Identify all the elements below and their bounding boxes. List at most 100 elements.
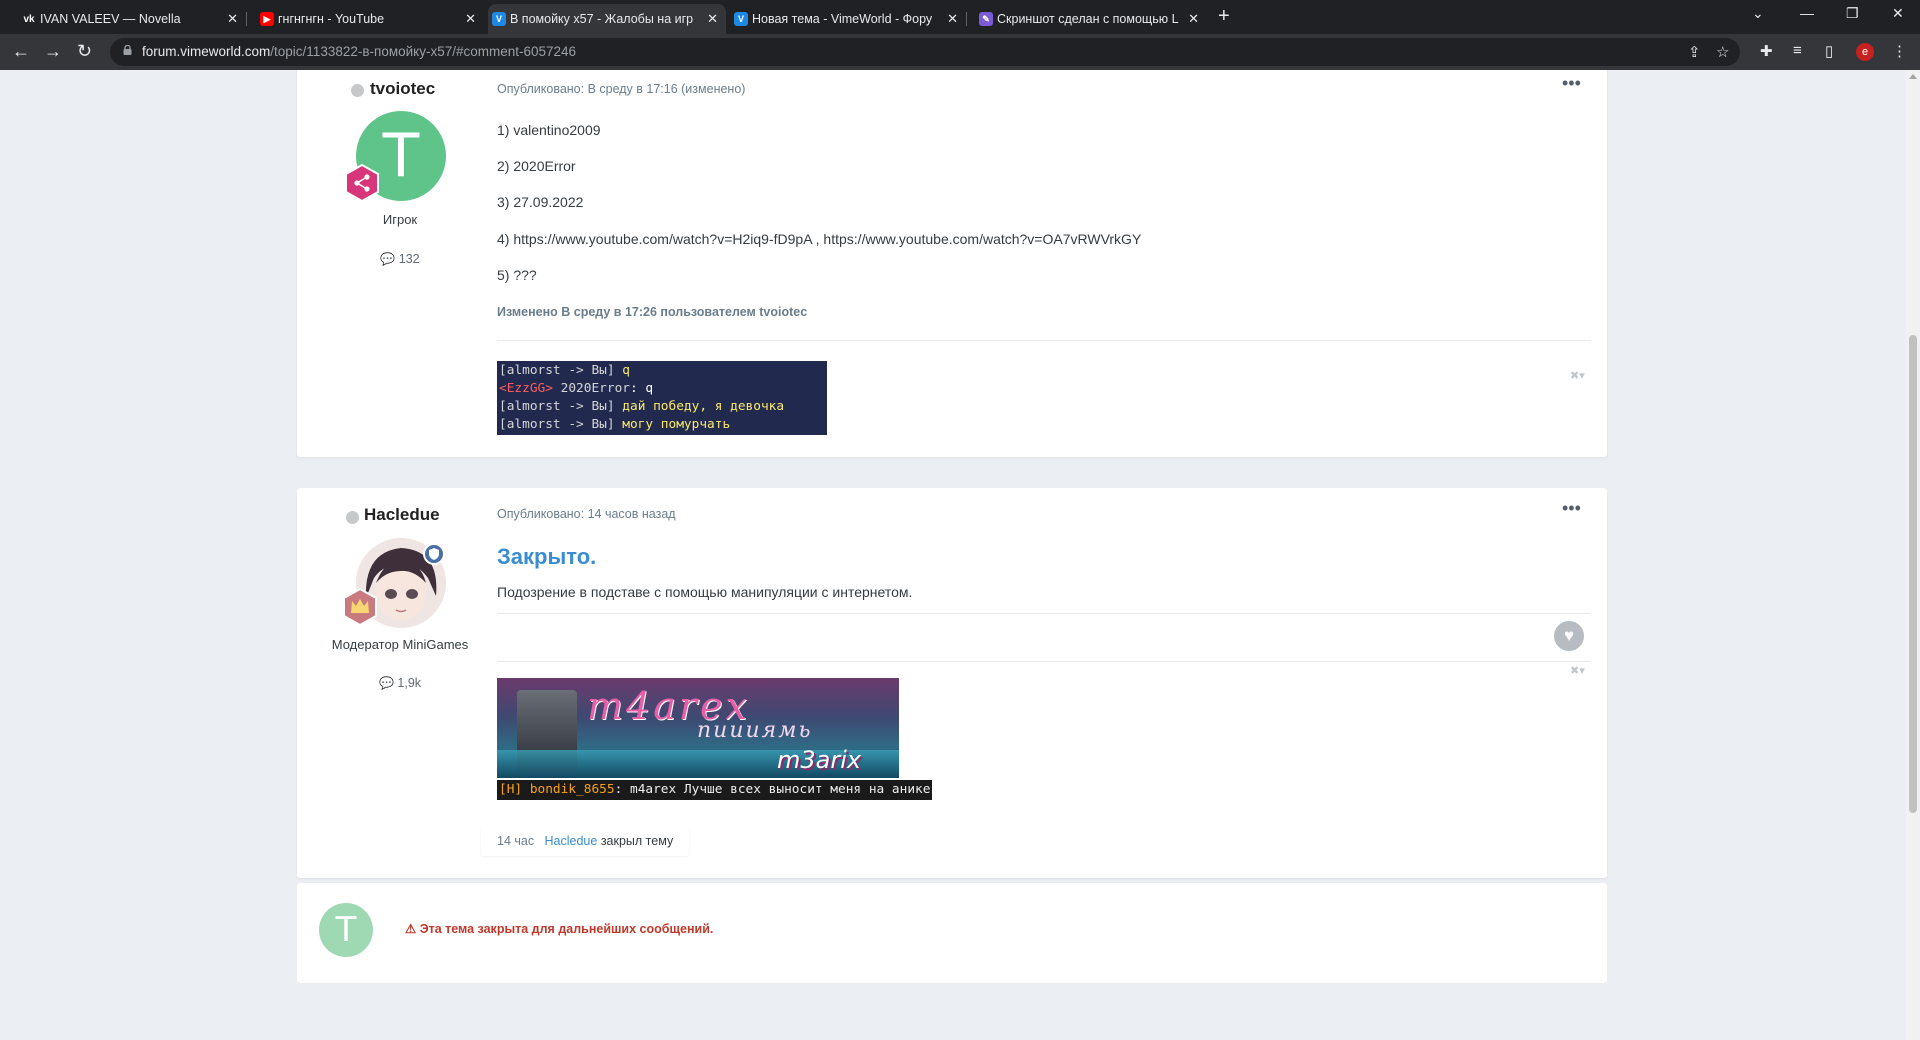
chat-prefix: [almorst -> Вы] [499,399,623,414]
url-path: /topic/1133822-в-помойку-x57/#comment-60… [270,44,577,59]
post-meta[interactable]: Опубликовано: 14 часов назад [497,507,676,521]
offline-indicator [351,84,364,97]
moderator-shield-icon [423,543,445,565]
menu-icon[interactable]: ⋮ [1892,42,1907,60]
scroll-up-icon[interactable] [1909,74,1917,79]
tab-title: Новая тема - VimeWorld - Фору [752,12,933,26]
topic-closed-event: 14 час Hacledue закрыл тему [481,826,690,856]
chat-text: : q [629,381,654,396]
tab-title: гнгнгнгн - YouTube [278,12,385,26]
crown-badge-icon [343,588,377,626]
post-count: 💬 1,9k [297,676,503,690]
close-tab-icon[interactable]: ✕ [465,11,476,27]
post-count: 💬 132 [297,252,503,266]
vimeworld-icon: V [492,12,506,26]
toolbar: ← → ↻ forum.vimeworld.com/topic/1133822-… [0,34,1920,70]
signature-options-icon[interactable]: ✖▾ [1570,369,1585,382]
chat-name: 2020Error [560,381,630,396]
close-tab-icon[interactable]: ✕ [947,11,958,27]
signature-chat-line: [H] bondik_8655: m4arex Лучше всех вынос… [497,780,933,800]
tab-3-active[interactable]: V В помойку x57 - Жалобы на игр ✕ [488,4,726,34]
tab-title: В помойку x57 - Жалобы на игр [510,12,694,26]
scrollbar-thumb[interactable] [1909,335,1917,813]
forward-icon[interactable]: → [44,41,62,61]
banner-text-3: m3arix [777,746,862,774]
restore-icon[interactable]: ❐ [1846,5,1859,22]
author-role[interactable]: Модератор MiniGames [297,637,503,652]
chat-line: [almorst -> Вы] q [499,362,825,380]
page-scrollbar[interactable] [1906,70,1920,1040]
profile-avatar[interactable]: e [1856,43,1874,61]
comment-icon: 💬 [378,676,394,690]
tab-title: Скриншот сделан с помощью L [997,12,1179,26]
event-user[interactable]: Hacledue [545,834,598,848]
reload-icon[interactable]: ↻ [77,41,92,61]
tab-2[interactable]: ▶ гнгнгнгн - YouTube ✕ [256,4,484,34]
close-tab-icon[interactable]: ✕ [707,11,718,27]
chat-tag: [H] bondik_8655 [499,782,615,797]
author-name[interactable]: tvoiotec [370,79,435,99]
post-body: Подозрение в подставе с помощью манипуля… [497,584,913,600]
post-hacledue: Hacledue Модератор MiniGames 💬 1,9k Опуб… [297,488,1607,878]
post-meta[interactable]: Опубликовано: В среду в 17:16 (изменено) [497,82,745,96]
close-tab-icon[interactable]: ✕ [227,11,238,27]
tab-4[interactable]: V Новая тема - VimeWorld - Фору ✕ [730,4,966,34]
tab-title: IVAN VALEEV — Novella [40,12,181,26]
new-tab-button[interactable]: + [1218,6,1230,26]
like-heart-icon[interactable]: ♥ [1554,621,1584,651]
locked-notice: T ⚠ Эта тема закрыта для дальнейших сооб… [297,883,1607,983]
vimeworld-icon: V [734,12,748,26]
body-line-5: 5) ??? [497,267,537,283]
side-panel-icon[interactable]: ▯ [1825,42,1833,60]
divider [497,661,1591,662]
post-title: Закрыто. [497,544,597,569]
edited-note: Изменено В среду в 17:26 пользователем t… [497,305,808,319]
warning-icon: ⚠ [405,922,417,936]
comment-icon: 💬 [380,252,396,266]
lightshot-icon: ✎ [979,12,993,26]
tab-1[interactable]: vk IVAN VALEEV — Novella ✕ [18,4,246,34]
locked-message-text: Эта тема закрыта для дальнейших сообщени… [419,922,714,936]
offline-indicator [346,511,359,524]
rank-badge-icon [345,164,379,202]
event-time[interactable]: 14 час [497,834,534,848]
minimize-icon[interactable]: — [1800,5,1814,21]
share-icon[interactable]: ⇪ [1688,43,1701,61]
more-options-icon[interactable]: ••• [1562,498,1581,519]
signature-banner: m4arex пиииямь m3arix [497,678,899,778]
chat-text: q [622,363,630,378]
close-tab-icon[interactable]: ✕ [1188,11,1199,27]
author-name[interactable]: Hacledue [364,505,440,525]
body-line-4-links[interactable]: 4) https://www.youtube.com/watch?v=H2iq9… [497,231,1141,247]
bookmark-star-icon[interactable]: ☆ [1716,43,1729,61]
locked-message: ⚠ Эта тема закрыта для дальнейших сообще… [405,921,713,936]
url-host: forum.vimeworld.com [142,44,271,59]
event-action: закрыл тему [600,834,674,848]
youtube-icon: ▶ [260,12,274,26]
media-control-icon[interactable]: ≡ [1793,42,1802,59]
current-user-avatar: T [319,903,373,957]
tab-search-icon[interactable]: ⌄ [1752,5,1764,22]
close-window-icon[interactable]: ✕ [1892,5,1904,22]
post-count-value: 132 [398,252,420,266]
signature-options-icon[interactable]: ✖▾ [1570,664,1585,677]
chat-prefix: [almorst -> Вы] [499,363,623,378]
chat-line: [almorst -> Вы] могу помурчать [499,416,825,434]
tab-separator [246,12,247,26]
divider [497,340,1591,341]
back-icon[interactable]: ← [12,41,30,61]
divider [497,613,1591,614]
address-bar[interactable]: forum.vimeworld.com/topic/1133822-в-помо… [110,38,1740,66]
extensions-icon[interactable]: ✚ [1760,42,1773,60]
chat-prefix: <EzzGG> [499,381,561,396]
lock-icon [123,45,132,55]
body-line-3: 3) 27.09.2022 [497,194,584,210]
tab-strip: vk IVAN VALEEV — Novella ✕ ▶ гнгнгнгн - … [0,0,1920,34]
chat-text: могу помурчать [622,417,731,432]
chat-text: : m4arex Лучше всех выносит меня на аник… [614,782,931,797]
body-line-1: 1) valentino2009 [497,122,601,138]
post-tvoiotec: tvoiotec T Игрок 💬 132 Опубликовано: В с… [297,70,1607,457]
tab-5[interactable]: ✎ Скриншот сделан с помощью L ✕ [975,4,1207,34]
more-options-icon[interactable]: ••• [1562,73,1581,94]
chat-line: <EzzGG> 2020Error: q [499,380,825,398]
